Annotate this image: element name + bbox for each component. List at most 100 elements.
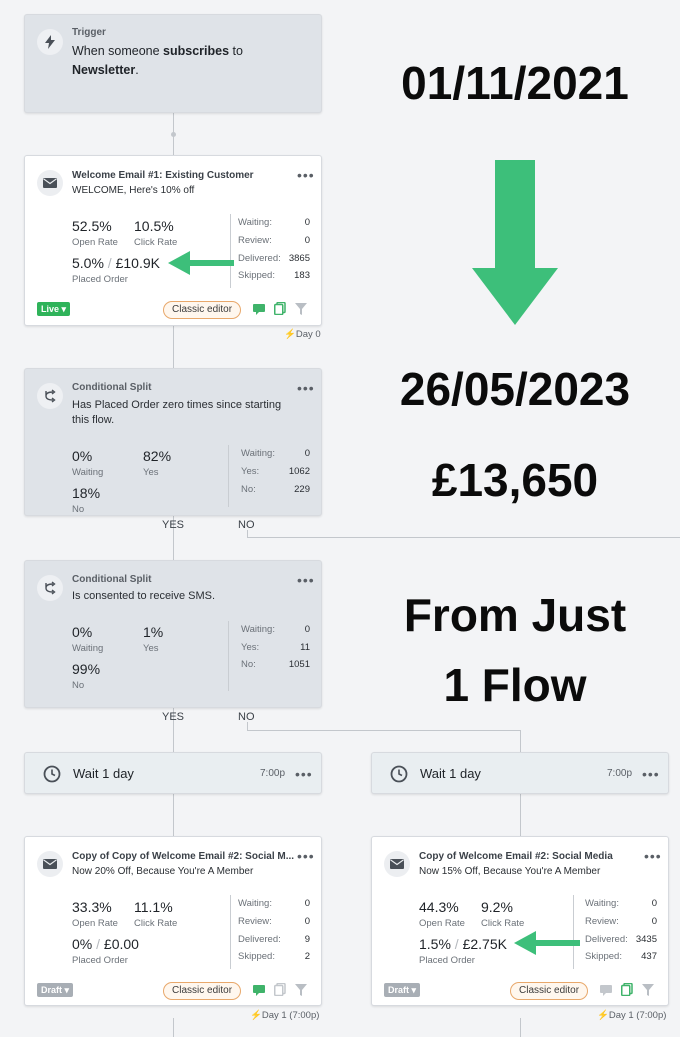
filter-icon[interactable] (295, 303, 307, 315)
email-card-welcome-1[interactable]: Welcome Email #1: Existing Customer WELC… (24, 155, 322, 326)
wait-time: 7:00p (260, 768, 286, 779)
wait-label: Wait 1 day (73, 766, 134, 781)
envelope-icon (390, 859, 404, 869)
no-branch-label: NO (238, 519, 255, 531)
yes-label: Yes (143, 467, 159, 478)
connector (520, 794, 521, 836)
envelope-icon (43, 178, 57, 188)
sms-icon[interactable] (600, 984, 612, 996)
no-label: No (72, 680, 85, 691)
down-arrow-icon (472, 160, 558, 325)
conditional-split-sms-consent[interactable]: Conditional Split Is consented to receiv… (24, 560, 322, 708)
connector (247, 537, 680, 538)
stat-delivered-val: 3865 (288, 253, 310, 264)
stat-review-val: 0 (651, 916, 657, 927)
sms-icon[interactable] (253, 984, 265, 996)
day-label: ⚡Day 0 (284, 329, 321, 340)
yes-label: Yes (143, 643, 159, 654)
placed-order-value: 0% / £0.00 (72, 936, 139, 952)
split-icon-wrap (37, 383, 63, 409)
yes-branch-label: YES (162, 519, 185, 531)
stat-skipped-val: 437 (641, 951, 657, 962)
more-menu-icon[interactable]: ••• (295, 767, 313, 781)
trigger-description: When someone subscribes to Newsletter. (72, 44, 243, 77)
wait-label: Wait 1 day (420, 766, 481, 781)
click-rate-value: 11.1% (134, 899, 173, 915)
wait-card-right[interactable]: Wait 1 day 7:00p ••• (371, 752, 669, 794)
email-card-social-left[interactable]: Copy of Copy of Welcome Email #2: Social… (24, 836, 322, 1006)
more-menu-icon[interactable]: ••• (297, 573, 315, 587)
status-badge-draft[interactable]: Draft ▾ (384, 983, 421, 997)
waiting-label: Waiting (72, 643, 104, 654)
email-title: Welcome Email #1: Existing Customer (72, 170, 254, 181)
email-card-social-right[interactable]: Copy of Welcome Email #2: Social Media N… (371, 836, 669, 1006)
no-pct: 18% (72, 485, 101, 501)
copy-icon[interactable] (274, 302, 286, 315)
stat-no-val: 1051 (288, 659, 310, 670)
caption-line-2: 1 Flow (443, 659, 587, 711)
waiting-pct: 0% (72, 624, 93, 640)
conditional-split-placed-order[interactable]: Conditional Split Has Placed Order zero … (24, 368, 322, 516)
email-subject: Now 15% Off, Because You're A Member (419, 866, 601, 877)
open-rate-label: Open Rate (72, 237, 118, 248)
no-pct: 99% (72, 661, 101, 677)
stat-no-key: No: (241, 484, 256, 495)
connector-dot (171, 132, 176, 137)
click-rate-label: Click Rate (134, 918, 178, 929)
click-rate-label: Click Rate (481, 918, 525, 929)
yes-branch-label: YES (162, 711, 185, 723)
open-rate-value: 44.3% (419, 899, 459, 915)
stat-delivered-val: 3435 (635, 934, 657, 945)
stat-review-key: Review: (585, 916, 619, 927)
stat-review-key: Review: (238, 235, 272, 246)
classic-editor-button[interactable]: Classic editor (163, 301, 242, 319)
filter-icon[interactable] (295, 984, 307, 996)
no-branch-label: NO (238, 711, 255, 723)
stat-no-val: 229 (294, 484, 310, 495)
more-menu-icon[interactable]: ••• (297, 381, 315, 395)
caption-line-1: From Just (403, 589, 627, 641)
stat-review-key: Review: (238, 916, 272, 927)
open-rate-label: Open Rate (72, 918, 118, 929)
wait-card-left[interactable]: Wait 1 day 7:00p ••• (24, 752, 322, 794)
envelope-icon (43, 859, 57, 869)
start-date-text: 01/11/2021 (401, 57, 629, 109)
placed-order-label: Placed Order (72, 955, 128, 966)
email-title: Copy of Copy of Welcome Email #2: Social… (72, 851, 295, 862)
status-badge-draft[interactable]: Draft ▾ (37, 983, 74, 997)
status-badge-live[interactable]: Live ▾ (37, 302, 71, 316)
copy-icon[interactable] (621, 983, 633, 996)
filter-icon[interactable] (642, 984, 654, 996)
stats-divider (228, 621, 229, 691)
classic-editor-button[interactable]: Classic editor (510, 982, 589, 1000)
connector (247, 722, 248, 731)
revenue-total-text: £13,650 (431, 454, 599, 506)
stat-no-key: No: (241, 659, 256, 670)
connector (247, 730, 521, 731)
left-arrow-icon (168, 251, 234, 275)
email-subject: Now 20% Off, Because You're A Member (72, 866, 254, 877)
stat-skipped-key: Skipped: (238, 951, 275, 962)
trigger-card[interactable]: Trigger When someone subscribes to Newsl… (24, 14, 322, 113)
more-menu-icon[interactable]: ••• (297, 168, 315, 182)
stat-waiting-key: Waiting: (241, 448, 275, 459)
stat-skipped-val: 2 (304, 951, 310, 962)
stat-waiting-key: Waiting: (241, 624, 275, 635)
stat-waiting-val: 0 (304, 448, 310, 459)
placed-order-label: Placed Order (72, 274, 128, 285)
more-menu-icon[interactable]: ••• (642, 767, 660, 781)
wait-time: 7:00p (607, 768, 633, 779)
more-menu-icon[interactable]: ••• (297, 849, 315, 863)
connector (520, 1018, 521, 1037)
email-icon-wrap (37, 851, 63, 877)
placed-order-value: 5.0% / £10.9K (72, 255, 160, 271)
lightning-icon (45, 35, 55, 49)
classic-editor-button[interactable]: Classic editor (163, 982, 242, 1000)
placed-order-label: Placed Order (419, 955, 475, 966)
more-menu-icon[interactable]: ••• (644, 849, 662, 863)
stat-waiting-val: 0 (304, 624, 310, 635)
copy-icon[interactable] (274, 983, 286, 996)
split-condition: Is consented to receive SMS. (72, 590, 216, 602)
sms-icon[interactable] (253, 303, 265, 315)
stat-waiting-key: Waiting: (238, 898, 272, 909)
